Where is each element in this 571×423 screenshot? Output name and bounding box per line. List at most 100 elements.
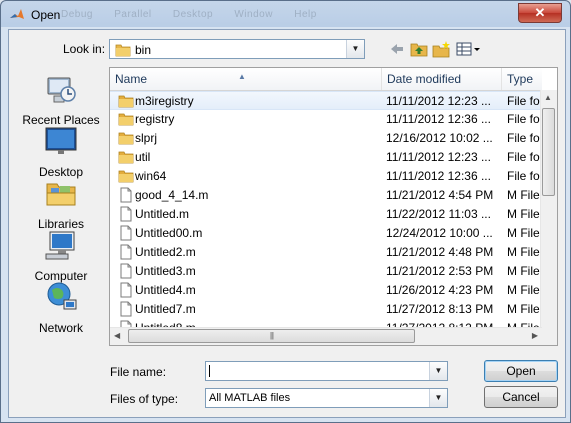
column-type-label: Type	[507, 72, 534, 86]
desktop-icon	[45, 127, 77, 154]
column-type[interactable]: Type	[502, 68, 546, 90]
views-menu-icon[interactable]	[455, 40, 485, 58]
filetype-value: All MATLAB files	[209, 392, 291, 404]
chevron-down-icon[interactable]: ▼	[429, 362, 447, 380]
title-bar[interactable]: Open Debug Parallel Desktop Window Help …	[1, 1, 570, 29]
file-row[interactable]: Untitled7.m 11/27/2012 8:13 PM M File	[110, 300, 542, 319]
filetype-dropdown[interactable]: All MATLAB files ▼	[205, 388, 448, 408]
scroll-corner	[540, 328, 557, 345]
column-header: ▲ Name Date modified Type	[110, 68, 542, 91]
vertical-scroll-thumb[interactable]	[542, 108, 555, 196]
column-name[interactable]: ▲ Name	[110, 68, 382, 90]
filename-combobox[interactable]: ▼	[205, 361, 448, 381]
libraries-icon	[46, 183, 76, 206]
file-list[interactable]: ▲ Name Date modified Type m3iregistry 11/…	[109, 67, 558, 346]
ghost-menu-parallel: Parallel	[114, 9, 152, 20]
text-caret	[209, 365, 210, 377]
file-name: util	[135, 150, 151, 164]
file-row[interactable]: Untitled.m 11/22/2012 11:03 ... M File	[110, 205, 542, 224]
file-row[interactable]: good_4_14.m 11/21/2012 4:54 PM M File	[110, 186, 542, 205]
place-libraries[interactable]: Libraries	[15, 176, 107, 231]
place-desktop[interactable]: Desktop	[15, 124, 107, 179]
dialog-body: Look in: bin ▼ Recent Places Desktop Lib…	[8, 29, 566, 418]
file-name: Untitled.m	[135, 207, 190, 221]
chevron-down-icon[interactable]: ▼	[346, 40, 364, 58]
lookin-value: bin	[135, 43, 152, 57]
column-date-label: Date modified	[387, 72, 462, 86]
place-recent-places[interactable]: Recent Places	[15, 72, 107, 127]
file-date: 11/11/2012 12:36 ...	[386, 169, 491, 183]
filename-label: File name:	[110, 365, 167, 379]
file-date: 11/22/2012 11:03 ...	[386, 207, 491, 221]
file-date: 11/27/2012 8:13 PM	[386, 302, 494, 316]
folder-icon	[118, 111, 134, 127]
network-icon	[47, 282, 77, 310]
file-row[interactable]: Untitled3.m 11/21/2012 2:53 PM M File	[110, 262, 542, 281]
open-button[interactable]: Open	[484, 360, 558, 382]
place-computer[interactable]: Computer	[15, 228, 107, 283]
vertical-scrollbar[interactable]: ▲ ▼	[540, 90, 557, 345]
folder-row[interactable]: slprj 12/16/2012 10:02 ... File fol	[110, 129, 542, 148]
file-icon	[118, 206, 134, 222]
place-network[interactable]: Network	[15, 280, 107, 335]
file-name: Untitled4.m	[135, 283, 196, 297]
file-icon	[118, 301, 134, 317]
place-label: Network	[38, 321, 83, 335]
file-name: win64	[135, 169, 167, 183]
file-name: Untitled00.m	[135, 226, 203, 240]
recent-places-icon	[47, 77, 76, 103]
file-name: good_4_14.m	[135, 188, 209, 202]
file-icon	[118, 225, 134, 241]
scroll-left-icon[interactable]: ◀	[114, 331, 120, 340]
ghost-menu-window: Window	[234, 9, 273, 20]
file-date: 11/26/2012 4:23 PM	[386, 283, 494, 297]
folder-icon	[115, 44, 131, 57]
column-date[interactable]: Date modified	[382, 68, 502, 90]
folder-icon	[118, 93, 134, 109]
close-button[interactable]: ✕	[518, 3, 562, 23]
file-icon	[118, 282, 134, 298]
folder-icon	[118, 168, 134, 184]
file-name: slprj	[135, 131, 158, 145]
new-folder-icon[interactable]	[431, 40, 451, 58]
file-name: Untitled3.m	[135, 264, 196, 278]
folder-row[interactable]: win64 11/11/2012 12:36 ... File fol	[110, 167, 542, 186]
folder-row[interactable]: registry 11/11/2012 12:36 ... File fol	[110, 110, 542, 129]
places-bar: Recent Places Desktop Libraries Computer…	[15, 66, 107, 346]
filetype-label: Files of type:	[110, 392, 179, 406]
horizontal-scroll-thumb[interactable]: |||	[128, 329, 415, 343]
folder-icon	[118, 130, 134, 146]
file-name: Untitled7.m	[135, 302, 196, 316]
ghost-menu-debug: Debug	[61, 9, 93, 20]
file-date: 11/11/2012 12:23 ...	[386, 150, 491, 164]
open-dialog: Open Debug Parallel Desktop Window Help …	[0, 0, 571, 423]
folder-icon	[118, 149, 134, 165]
lookin-label: Look in:	[63, 42, 106, 56]
up-folder-icon[interactable]	[409, 40, 429, 58]
file-date: 11/21/2012 4:48 PM	[386, 245, 494, 259]
folder-row[interactable]: m3iregistry 11/11/2012 12:23 ... File fol	[110, 91, 542, 110]
file-row[interactable]: Untitled00.m 12/24/2012 10:00 ... M File	[110, 224, 542, 243]
cancel-button[interactable]: Cancel	[484, 386, 558, 408]
window-title: Open	[31, 8, 61, 22]
file-date: 11/21/2012 4:54 PM	[386, 188, 494, 202]
sort-up-icon: ▲	[238, 72, 246, 81]
file-date: 11/11/2012 12:23 ...	[386, 94, 491, 108]
file-icon	[118, 187, 134, 203]
ghost-menu-help: Help	[294, 9, 317, 20]
chevron-down-icon[interactable]: ▼	[429, 389, 447, 407]
back-icon[interactable]	[387, 40, 407, 58]
file-row[interactable]: Untitled4.m 11/26/2012 4:23 PM M File	[110, 281, 542, 300]
horizontal-scrollbar[interactable]: ◀ ||| ▶	[110, 327, 542, 345]
ghost-menu-desktop: Desktop	[172, 9, 214, 20]
file-icon	[118, 263, 134, 279]
scroll-right-icon[interactable]: ▶	[532, 331, 538, 340]
scroll-up-icon[interactable]: ▲	[544, 93, 552, 102]
column-name-label: Name	[115, 72, 148, 86]
folder-row[interactable]: util 11/11/2012 12:23 ... File fol	[110, 148, 542, 167]
file-icon	[118, 244, 134, 260]
file-name: Untitled2.m	[135, 245, 196, 259]
lookin-dropdown[interactable]: bin ▼	[109, 39, 365, 59]
file-date: 11/21/2012 2:53 PM	[386, 264, 494, 278]
file-row[interactable]: Untitled2.m 11/21/2012 4:48 PM M File	[110, 243, 542, 262]
